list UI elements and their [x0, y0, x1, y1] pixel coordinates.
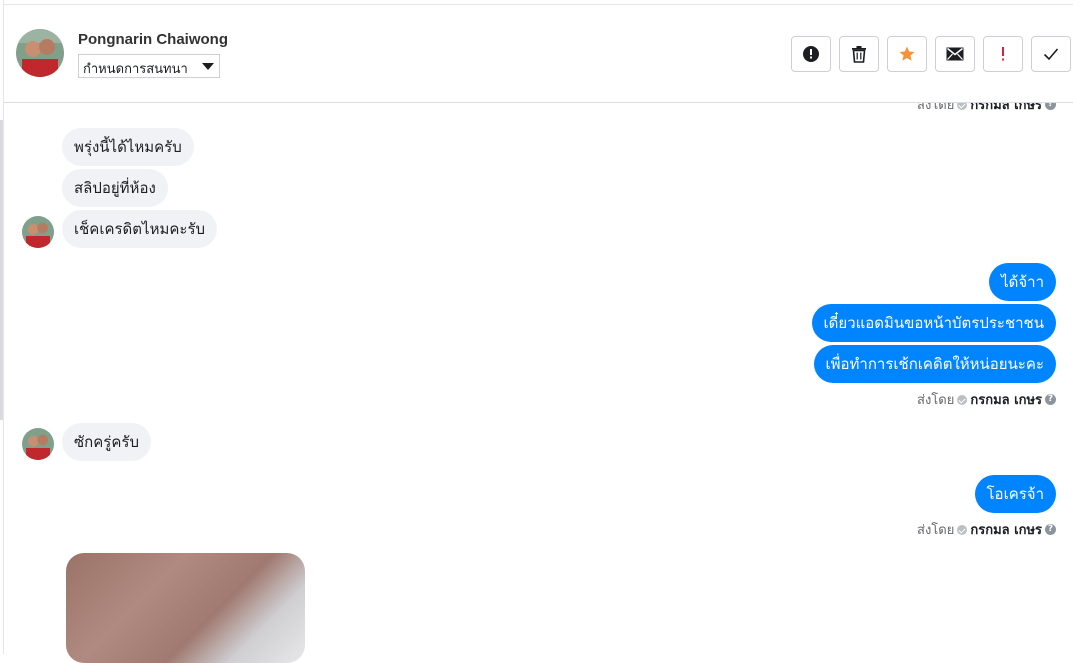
done-button[interactable] [1031, 36, 1071, 72]
exclamation-icon [1002, 47, 1004, 61]
help-icon[interactable]: ? [1045, 394, 1056, 405]
incoming-message[interactable]: พรุ่งนี้ได้ไหมครับ [62, 128, 194, 166]
outgoing-message[interactable]: โอเครจ้า [974, 475, 1056, 513]
check-circle-icon [957, 524, 968, 535]
conversation-select[interactable]: กำหนดการสนทนา [78, 54, 220, 78]
incoming-message[interactable]: ซักครู่ครับ [62, 423, 151, 461]
avatar-photo-icon [22, 428, 54, 460]
outgoing-message[interactable]: ได้จ้าา [989, 263, 1056, 301]
incoming-message[interactable]: เช็คเครดิตไหมคะรับ [62, 210, 218, 248]
star-button[interactable] [887, 36, 927, 72]
conversation-header: Pongnarin Chaiwong กำหนดการสนทนา [4, 5, 1073, 103]
envelope-icon [946, 47, 964, 61]
delete-button[interactable] [839, 36, 879, 72]
incoming-message[interactable]: สลิปอยู่ที่ห้อง [62, 169, 168, 207]
mark-unread-button[interactable] [935, 36, 975, 72]
star-icon [899, 46, 915, 61]
contact-avatar[interactable] [16, 29, 64, 77]
avatar-photo-icon [22, 216, 54, 248]
outgoing-message[interactable]: เพื่อทำการเช้กเคดิตให้หน่อยนะคะ [813, 345, 1056, 383]
left-scrollbar[interactable] [0, 120, 3, 420]
help-icon[interactable]: ? [1045, 524, 1056, 535]
header-actions [791, 36, 1071, 72]
trash-icon [852, 46, 866, 63]
outgoing-message[interactable]: เดี๋ยวแอดมินขอหน้าบัตรประชาชน [811, 304, 1056, 342]
caret-down-icon [202, 63, 214, 70]
report-button[interactable] [791, 36, 831, 72]
check-circle-icon [957, 394, 968, 405]
avatar-photo-icon [16, 29, 64, 77]
important-button[interactable] [983, 36, 1023, 72]
check-icon [1043, 48, 1059, 61]
image-attachment[interactable] [66, 553, 305, 663]
exclamation-circle-icon [803, 46, 819, 62]
contact-name: Pongnarin Chaiwong [78, 31, 228, 48]
sent-by-label: ส่งโดย กรกมล เกษร ? [917, 519, 1056, 540]
contact-avatar[interactable] [22, 428, 54, 460]
contact-avatar[interactable] [22, 216, 54, 248]
sent-by-label: ส่งโดย กรกมล เกษร ? [917, 389, 1056, 410]
